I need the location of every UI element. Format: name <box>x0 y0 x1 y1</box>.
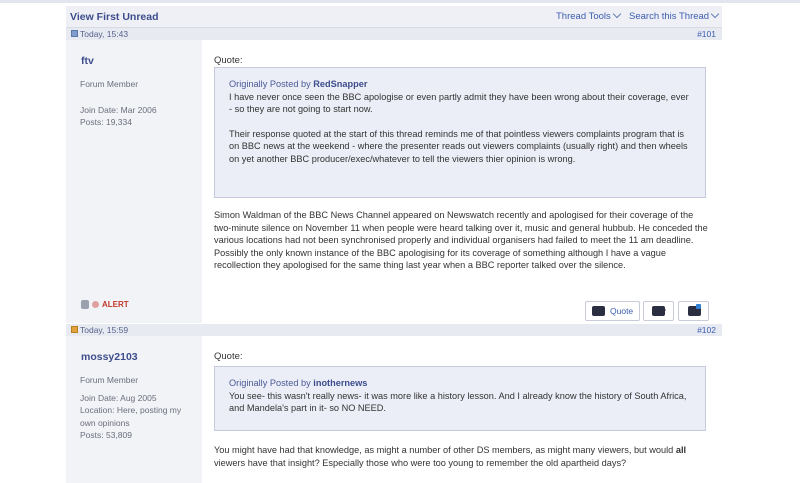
chevron-down-icon <box>710 9 720 19</box>
arrow-icon <box>696 304 701 309</box>
thread-tools-menu[interactable]: Thread Tools <box>556 9 621 22</box>
quote-box: Originally Posted by inothernews You see… <box>214 366 706 431</box>
post-header: Today, 15:43 #101 <box>66 28 722 40</box>
user-join-date: Join Date: Aug 2005 <box>80 393 157 403</box>
top-divider <box>0 0 800 3</box>
quote-attribution: Originally Posted by RedSnapper <box>229 78 691 91</box>
quote-box: Originally Posted by RedSnapper I have n… <box>214 67 706 198</box>
plus-icon: + <box>661 305 667 315</box>
thread-tools-label: Thread Tools <box>556 11 611 22</box>
alert-label: ALERT <box>102 299 129 309</box>
quick-reply-button[interactable] <box>678 301 709 321</box>
multi-quote-button[interactable]: + <box>643 301 674 321</box>
user-post-count: Posts: 53,809 <box>80 430 132 440</box>
quote-button-label: Quote <box>610 306 634 316</box>
view-first-unread-link[interactable]: View First Unread <box>70 11 159 23</box>
quote-label: Quote: <box>214 351 243 362</box>
report-alert-link[interactable]: ALERT <box>81 300 129 309</box>
user-title: Forum Member <box>80 375 139 385</box>
search-thread-label: Search this Thread <box>629 11 710 22</box>
quote-by-prefix: Originally Posted by <box>229 79 311 89</box>
quote-by-prefix: Originally Posted by <box>229 378 311 388</box>
post-header: Today, 15:59 #102 <box>66 324 722 336</box>
post-content: Quote: Originally Posted by RedSnapper I… <box>202 40 722 323</box>
post-102: Today, 15:59 #102 mossy2103 Forum Member… <box>66 324 722 483</box>
username-link[interactable]: ftv <box>81 55 94 67</box>
post-icon <box>71 30 78 37</box>
user-panel: ftv Forum Member Join Date: Mar 2006 Pos… <box>66 40 201 323</box>
username-link[interactable]: mossy2103 <box>81 351 138 363</box>
chevron-down-icon <box>612 9 621 19</box>
user-title: Forum Member <box>80 79 139 89</box>
quote-paragraph: You see- this wasn't really news- it was… <box>229 390 687 414</box>
post-message: Simon Waldman of the BBC News Channel ap… <box>214 210 708 270</box>
alert-icon <box>92 301 99 308</box>
post-message: You might have had that knowledge, as mi… <box>214 444 712 469</box>
quote-label: Quote: <box>214 55 243 66</box>
quote-bubble-icon <box>592 306 605 316</box>
post-content: Quote: Originally Posted by inothernews … <box>202 336 722 483</box>
quote-attribution: Originally Posted by inothernews <box>229 377 691 390</box>
user-status-icon <box>81 300 89 309</box>
post-date: Today, 15:43 <box>80 29 129 39</box>
quoted-user-link[interactable]: RedSnapper <box>313 79 367 89</box>
post-date: Today, 15:59 <box>80 325 129 335</box>
post-number-link[interactable]: #101 <box>697 29 716 39</box>
user-join-date: Join Date: Mar 2006 <box>80 105 157 115</box>
search-thread-menu[interactable]: Search this Thread <box>629 9 720 22</box>
quote-button[interactable]: Quote <box>585 301 640 321</box>
quoted-user-link[interactable]: inothernews <box>313 378 367 388</box>
user-panel: mossy2103 Forum Member Join Date: Aug 20… <box>66 336 201 483</box>
quote-paragraph: I have never once seen the BBC apologise… <box>229 91 689 115</box>
quote-paragraph: Their response quoted at the start of th… <box>229 128 688 164</box>
post-number-link[interactable]: #102 <box>697 325 716 335</box>
thread-toolbar: View First Unread Thread Tools Search th… <box>66 6 722 28</box>
message-text: You might have had that knowledge, as mi… <box>214 445 676 455</box>
message-text: viewers have that insight? Especially th… <box>214 457 627 468</box>
message-bold-text: all <box>675 445 687 455</box>
user-location: Location: Here, posting my own opinions <box>80 405 182 428</box>
user-post-count: Posts: 19,334 <box>80 117 132 127</box>
post-101: Today, 15:43 #101 ftv Forum Member Join … <box>66 28 722 323</box>
post-icon <box>71 326 78 333</box>
